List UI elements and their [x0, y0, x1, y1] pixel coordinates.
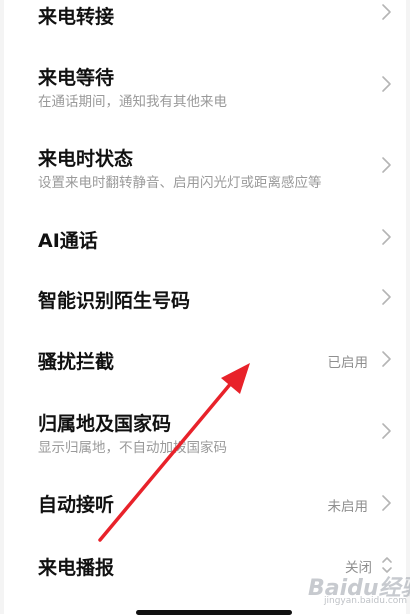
- home-indicator[interactable]: [136, 610, 292, 615]
- annotation-arrow: [98, 363, 250, 542]
- watermark-site: jingyan.baidu.com: [324, 596, 408, 606]
- baidu-jingyan-watermark: Baidu经验 jingyan.baidu.com: [308, 570, 410, 610]
